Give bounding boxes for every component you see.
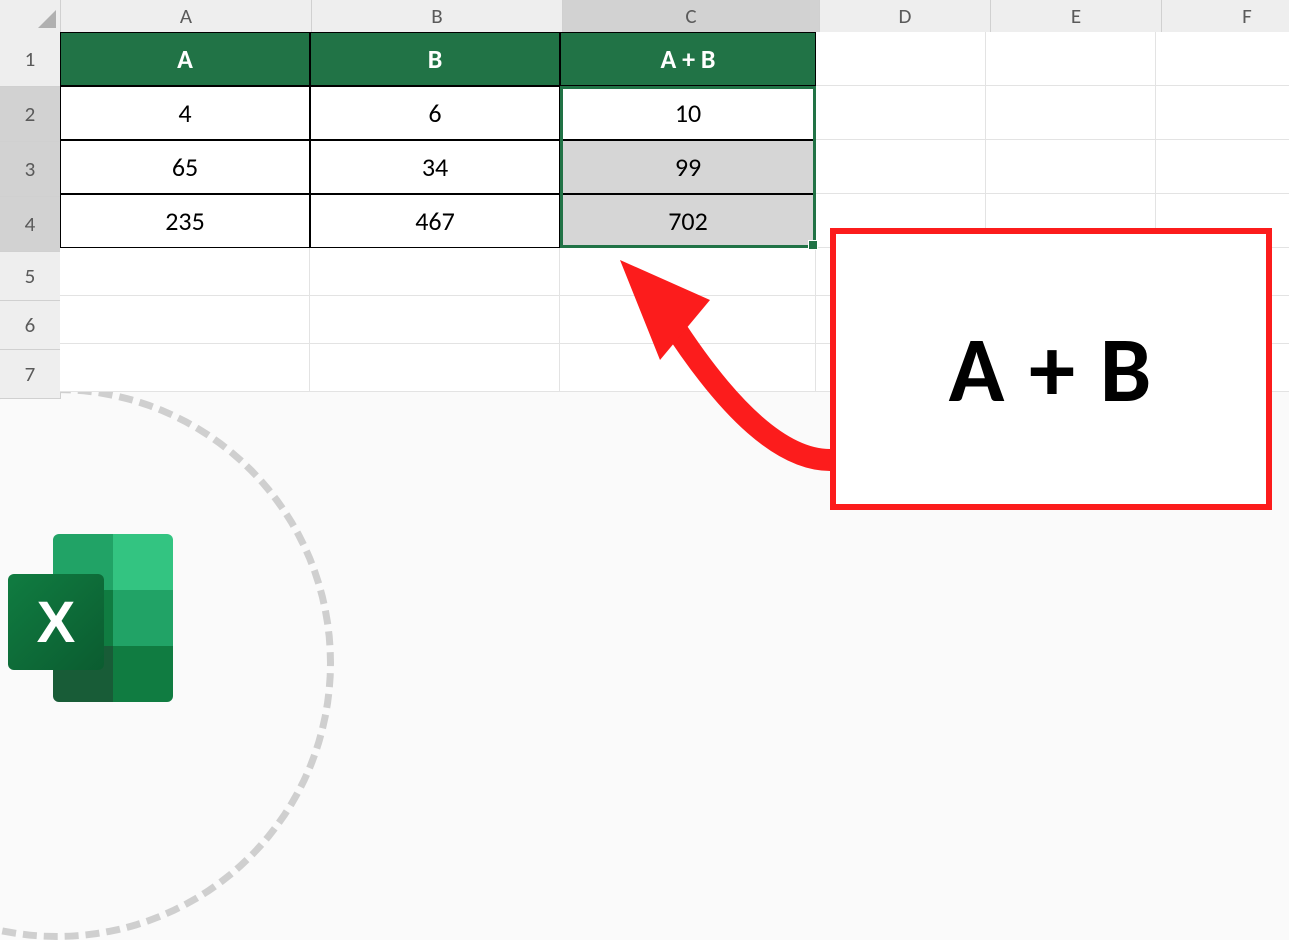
cell-B7[interactable] bbox=[310, 344, 560, 392]
cell-D2[interactable] bbox=[816, 86, 986, 140]
col-header-B[interactable]: B bbox=[312, 0, 563, 33]
cell-C2[interactable]: 10 bbox=[560, 86, 816, 140]
cell-A4[interactable]: 235 bbox=[60, 194, 310, 248]
cell-D1[interactable] bbox=[816, 32, 986, 86]
cell-B4[interactable]: 467 bbox=[310, 194, 560, 248]
cell-B5[interactable] bbox=[310, 248, 560, 296]
cell-E1[interactable] bbox=[986, 32, 1156, 86]
cell-F1[interactable] bbox=[1156, 32, 1289, 86]
row-header-3[interactable]: 3 bbox=[0, 142, 61, 197]
column-headers: A B C D E F bbox=[0, 0, 1289, 32]
select-all-corner[interactable] bbox=[0, 0, 61, 33]
row-header-4[interactable]: 4 bbox=[0, 197, 61, 252]
cell-C6[interactable] bbox=[560, 296, 816, 344]
cell-B2[interactable]: 6 bbox=[310, 86, 560, 140]
row-header-1[interactable]: 1 bbox=[0, 32, 61, 87]
row-header-6[interactable]: 6 bbox=[0, 301, 61, 350]
cell-C5[interactable] bbox=[560, 248, 816, 296]
cell-B6[interactable] bbox=[310, 296, 560, 344]
col-header-D[interactable]: D bbox=[820, 0, 991, 33]
col-header-F[interactable]: F bbox=[1162, 0, 1289, 33]
callout-box: A + B bbox=[830, 228, 1272, 510]
cell-B1[interactable]: B bbox=[310, 32, 560, 86]
col-header-A[interactable]: A bbox=[61, 0, 312, 33]
row-header-2[interactable]: 2 bbox=[0, 87, 61, 142]
excel-logo-icon: X bbox=[8, 528, 188, 708]
cell-A2[interactable]: 4 bbox=[60, 86, 310, 140]
row-header-7[interactable]: 7 bbox=[0, 350, 61, 399]
cell-A1[interactable]: A bbox=[60, 32, 310, 86]
cell-F2[interactable] bbox=[1156, 86, 1289, 140]
row-header-5[interactable]: 5 bbox=[0, 252, 61, 301]
col-header-E[interactable]: E bbox=[991, 0, 1162, 33]
row-headers: 1 2 3 4 5 6 7 bbox=[0, 32, 60, 399]
cell-C4[interactable]: 702 bbox=[560, 194, 816, 248]
cell-E2[interactable] bbox=[986, 86, 1156, 140]
cell-A7[interactable] bbox=[60, 344, 310, 392]
cell-C3[interactable]: 99 bbox=[560, 140, 816, 194]
cell-B3[interactable]: 34 bbox=[310, 140, 560, 194]
cell-A3[interactable]: 65 bbox=[60, 140, 310, 194]
spreadsheet: A B C D E F 1 2 3 4 5 6 7 A B A + B 4 6 … bbox=[0, 0, 1289, 720]
cell-A5[interactable] bbox=[60, 248, 310, 296]
cell-E3[interactable] bbox=[986, 140, 1156, 194]
cell-C1[interactable]: A + B bbox=[560, 32, 816, 86]
cell-C7[interactable] bbox=[560, 344, 816, 392]
callout-text: A + B bbox=[949, 313, 1154, 426]
cell-A6[interactable] bbox=[60, 296, 310, 344]
cell-F3[interactable] bbox=[1156, 140, 1289, 194]
cell-D3[interactable] bbox=[816, 140, 986, 194]
col-header-C[interactable]: C bbox=[563, 0, 820, 33]
